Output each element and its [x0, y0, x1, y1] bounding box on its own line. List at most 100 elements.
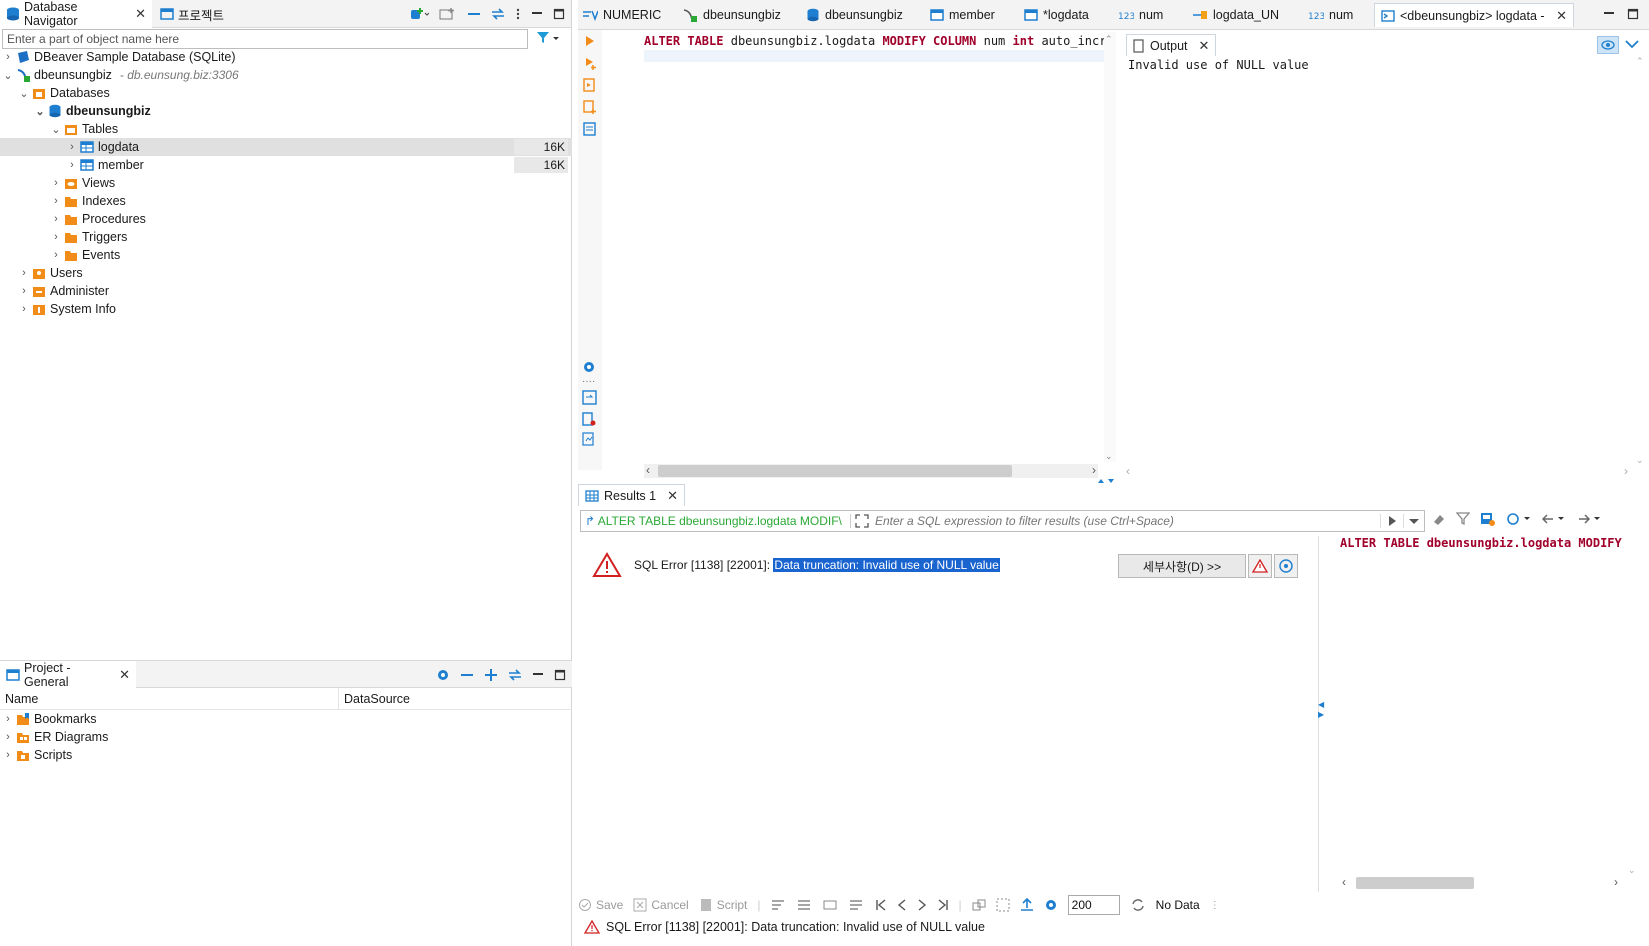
- tree-item-events[interactable]: › Events: [0, 246, 572, 264]
- tree-item-sample-db[interactable]: › DBeaver Sample Database (SQLite): [0, 48, 572, 66]
- details-button[interactable]: 세부사항(D) >>: [1118, 554, 1246, 578]
- tree-item-schema[interactable]: ⌄ dbeunsungbiz: [0, 102, 572, 120]
- refresh-icon[interactable]: [1130, 898, 1146, 912]
- side-vertical-scrollbar[interactable]: ⌄: [1626, 536, 1640, 876]
- chevron-right-icon[interactable]: ›: [2, 713, 14, 725]
- tab-editor-num-2[interactable]: 123 num: [1308, 3, 1353, 27]
- link-editor-icon[interactable]: [508, 668, 522, 682]
- chevron-down-icon[interactable]: ⌄: [2, 69, 14, 82]
- project-item-er-diagrams[interactable]: › ER Diagrams: [0, 728, 572, 746]
- chevron-right-icon[interactable]: ›: [18, 285, 30, 297]
- chevron-right-icon[interactable]: ›: [66, 159, 78, 171]
- tab-results-1[interactable]: Results 1 ✕: [578, 484, 686, 506]
- edit-icon[interactable]: [771, 898, 787, 912]
- expand-icon[interactable]: [851, 514, 873, 528]
- refresh-panel-icon[interactable]: [1506, 512, 1532, 526]
- view-menu-icon[interactable]: [515, 7, 521, 21]
- tree-item-system-info[interactable]: › System Info: [0, 300, 572, 318]
- close-icon[interactable]: ✕: [119, 667, 130, 683]
- link-icon[interactable]: [972, 898, 986, 912]
- error-log-button[interactable]: [1248, 554, 1272, 578]
- minimize-icon[interactable]: [531, 7, 543, 21]
- tree-item-table-logdata[interactable]: › logdata 16K: [0, 138, 572, 156]
- tree-item-procedures[interactable]: › Procedures: [0, 210, 572, 228]
- scrollbar-thumb[interactable]: [1356, 877, 1474, 889]
- maximize-icon[interactable]: [554, 668, 566, 682]
- first-page-icon[interactable]: [875, 898, 887, 912]
- output-horizontal-scrollbar[interactable]: ‹ ›: [1122, 464, 1632, 478]
- script-button[interactable]: Script: [699, 898, 747, 912]
- chevron-right-icon[interactable]: ›: [50, 177, 62, 189]
- copy-row-icon[interactable]: [823, 898, 839, 912]
- query-preview[interactable]: ↱ ALTER TABLE dbeunsungbiz.logdata MODIF…: [581, 514, 851, 528]
- add-row-icon[interactable]: [797, 898, 813, 912]
- output-vertical-scrollbar[interactable]: ⌃ ⌄: [1634, 56, 1648, 466]
- execute-script-icon[interactable]: [583, 78, 597, 92]
- gear-icon[interactable]: [582, 360, 596, 374]
- save-button[interactable]: Save: [578, 898, 623, 912]
- collapse-all-icon[interactable]: [460, 668, 474, 682]
- sql-editor[interactable]: ALTER TABLE dbeunsungbiz.logdata MODIFY …: [644, 34, 1104, 48]
- filter-settings-icon[interactable]: [1456, 512, 1470, 526]
- tree-item-views[interactable]: › Views: [0, 174, 572, 192]
- tree-item-triggers[interactable]: › Triggers: [0, 228, 572, 246]
- project-item-bookmarks[interactable]: › Bookmarks: [0, 710, 572, 728]
- close-icon[interactable]: ✕: [1199, 38, 1210, 54]
- tree-item-indexes[interactable]: › Indexes: [0, 192, 572, 210]
- new-connection-icon[interactable]: [409, 7, 429, 21]
- maximize-icon[interactable]: [1627, 7, 1639, 21]
- maximize-icon[interactable]: [553, 7, 565, 21]
- chevron-right-icon[interactable]: ›: [50, 213, 62, 225]
- tab-editor-logdata[interactable]: *logdata: [1024, 3, 1089, 27]
- export-icon[interactable]: [582, 432, 596, 446]
- collapse-all-icon[interactable]: [467, 7, 481, 21]
- gear-icon[interactable]: [436, 668, 450, 682]
- tab-project[interactable]: 프로젝트: [154, 0, 230, 28]
- save-filter-icon[interactable]: [1480, 512, 1496, 526]
- project-item-scripts[interactable]: › Scripts: [0, 746, 572, 764]
- column-header-datasource[interactable]: DataSource: [344, 692, 410, 706]
- help-button[interactable]: [1274, 554, 1298, 578]
- next-page-icon[interactable]: [917, 898, 927, 912]
- tab-editor-connection[interactable]: dbeunsungbiz: [682, 3, 781, 27]
- side-horizontal-scrollbar[interactable]: ‹ ›: [1340, 875, 1620, 890]
- chevron-right-icon[interactable]: ›: [2, 749, 14, 761]
- fullscreen-icon[interactable]: [996, 898, 1010, 912]
- error-detail-selected[interactable]: Data truncation: Invalid use of NULL val…: [773, 558, 1000, 572]
- editor-vertical-scrollbar[interactable]: ⌃ ⌄: [1104, 32, 1116, 462]
- chevron-down-icon[interactable]: ⌄: [34, 105, 46, 118]
- tab-editor-sql-script[interactable]: <dbeunsungbiz> logdata - ... ✕: [1374, 3, 1574, 27]
- chevron-right-icon[interactable]: ›: [50, 231, 62, 243]
- panel-toggle-icon[interactable]: ◀ ▶: [1318, 700, 1324, 720]
- chevron-right-icon[interactable]: ›: [66, 141, 78, 153]
- tab-editor-numeric[interactable]: NUMERIC: [582, 3, 661, 27]
- link-editor-icon[interactable]: [491, 7, 505, 21]
- forward-icon[interactable]: [1578, 512, 1604, 526]
- tree-item-users[interactable]: › Users: [0, 264, 572, 282]
- tab-editor-schema[interactable]: dbeunsungbiz: [806, 3, 903, 27]
- execute-icon[interactable]: [584, 34, 596, 48]
- back-icon[interactable]: [1542, 512, 1568, 526]
- new-script-icon[interactable]: [582, 412, 596, 426]
- object-filter-input[interactable]: [2, 29, 528, 49]
- last-page-icon[interactable]: [937, 898, 949, 912]
- chevron-right-icon[interactable]: ›: [18, 267, 30, 279]
- chevron-right-icon[interactable]: ›: [2, 51, 14, 63]
- chevron-down-icon[interactable]: [1625, 38, 1639, 50]
- tab-editor-member[interactable]: member: [930, 3, 995, 27]
- explain-plan-icon[interactable]: [583, 122, 597, 136]
- tree-item-tables[interactable]: ⌄ Tables: [0, 120, 572, 138]
- chevron-down-icon[interactable]: ⌄: [18, 87, 30, 100]
- editor-horizontal-scrollbar[interactable]: ‹ ›: [644, 463, 1098, 478]
- results-filter-input[interactable]: [873, 513, 1380, 529]
- scrollbar-thumb[interactable]: [658, 465, 1012, 477]
- gear-icon[interactable]: [1044, 898, 1058, 912]
- chevron-right-icon[interactable]: ›: [2, 731, 14, 743]
- expand-all-icon[interactable]: [484, 668, 498, 682]
- column-header-name[interactable]: Name: [5, 692, 38, 706]
- tab-editor-num[interactable]: 123 num: [1118, 3, 1163, 27]
- close-icon[interactable]: ✕: [667, 488, 678, 504]
- tree-item-databases[interactable]: ⌄ Databases: [0, 84, 572, 102]
- tree-item-connection[interactable]: ⌄ dbeunsungbiz - db.eunsung.biz:3306: [0, 66, 572, 84]
- apply-filter-icon[interactable]: [1380, 514, 1403, 528]
